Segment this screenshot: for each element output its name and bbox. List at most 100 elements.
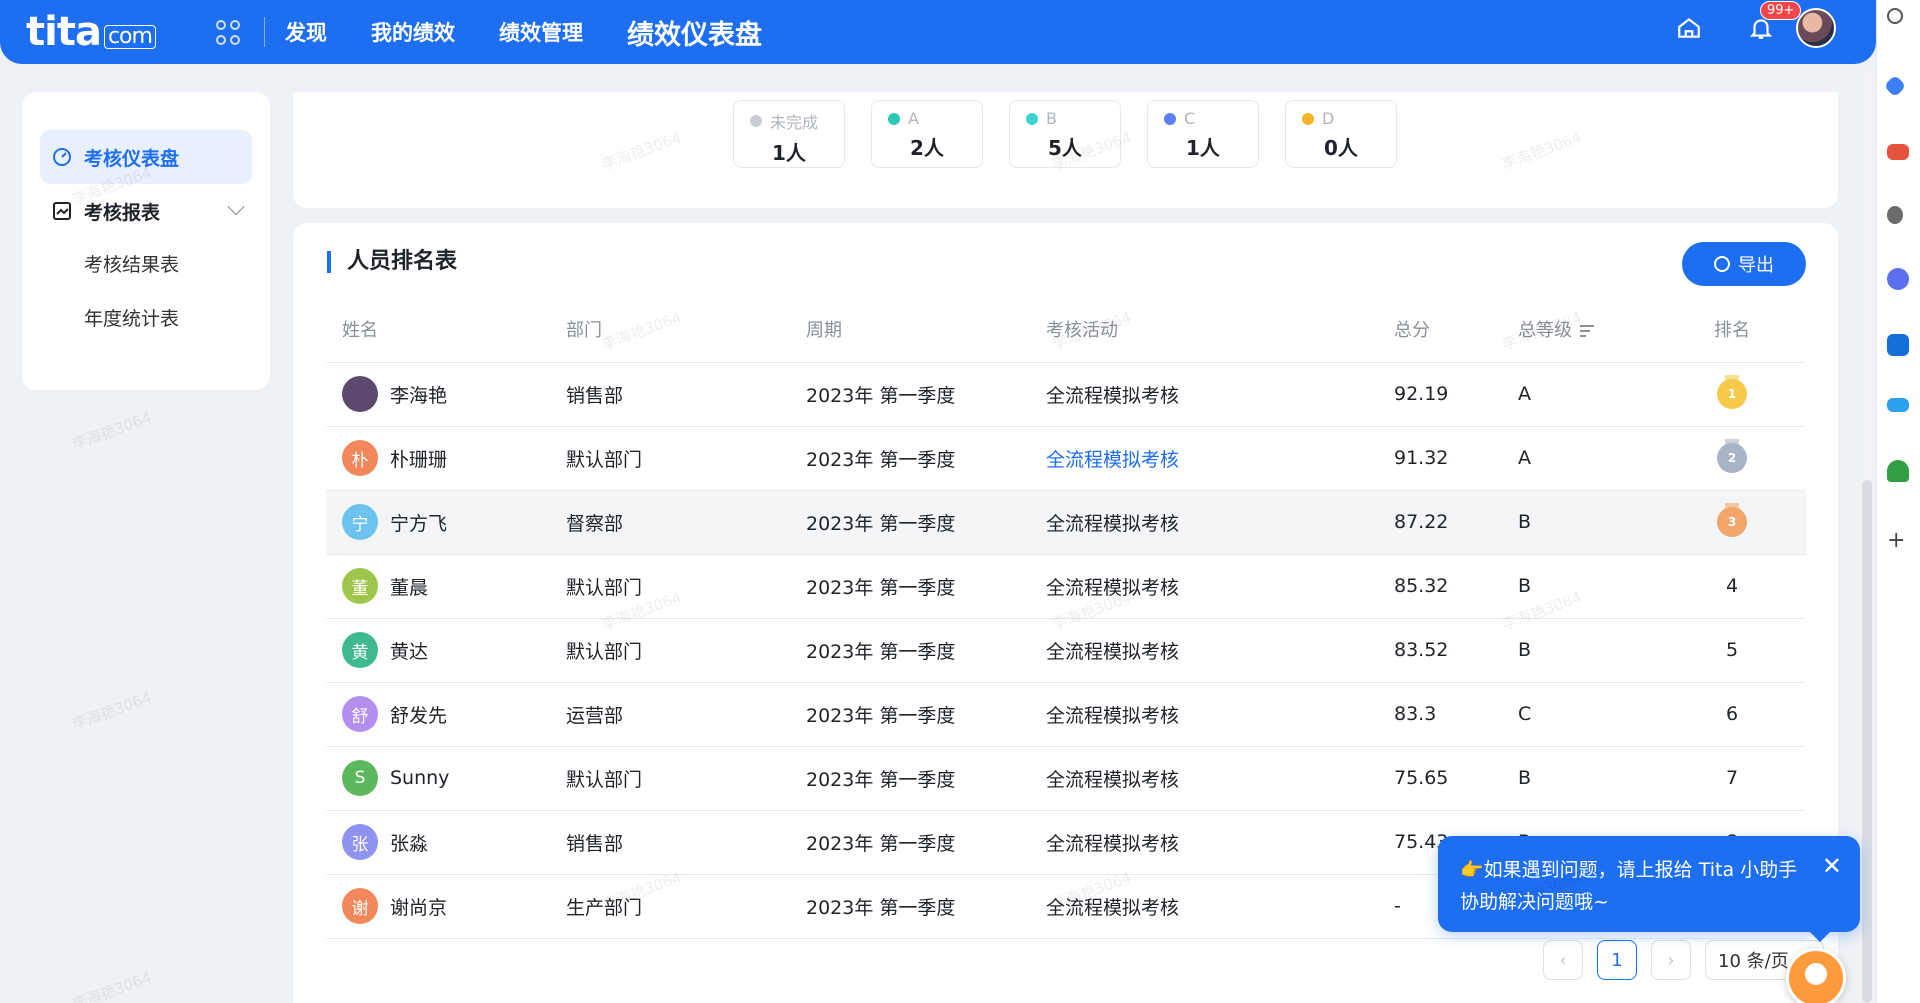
cell-activity[interactable]: 全流程模拟考核 [1046, 554, 1394, 619]
cell-period: 2023年 第一季度 [806, 426, 1046, 491]
cell-grade: B [1518, 490, 1658, 555]
table-row[interactable]: 李海艳 销售部 2023年 第一季度 全流程模拟考核 92.19 A 1 [326, 362, 1806, 427]
cell-rank: 2 [1658, 426, 1806, 491]
avatar[interactable]: 朴 [342, 440, 378, 476]
cell-name: 谢谢尚京 [326, 874, 566, 939]
tree-icon[interactable] [1887, 460, 1909, 482]
cell-activity[interactable]: 全流程模拟考核 [1046, 618, 1394, 683]
diamond-icon[interactable] [1883, 74, 1907, 98]
cell-rank: 5 [1658, 618, 1806, 683]
next-page-button[interactable]: › [1651, 940, 1691, 980]
stat-grade-a[interactable]: A 2人 [871, 100, 983, 168]
cell-activity[interactable]: 全流程模拟考核 [1046, 682, 1394, 747]
bronze-medal-icon: 3 [1717, 502, 1747, 537]
sidebar-group-reports[interactable]: 考核报表 [40, 184, 252, 238]
close-icon[interactable]: ✕ [1822, 854, 1842, 878]
sort-icon[interactable] [1580, 324, 1594, 337]
avatar[interactable] [342, 376, 378, 412]
sidebar-item-annual-stats[interactable]: 年度统计表 [22, 292, 270, 346]
notification-badge: 99+ [1760, 1, 1802, 20]
stat-grade-d[interactable]: D 0人 [1285, 100, 1397, 168]
table-row[interactable]: 朴朴珊珊 默认部门 2023年 第一季度 全流程模拟考核 91.32 A 2 [326, 426, 1806, 491]
col-grade[interactable]: 总等级 [1518, 296, 1658, 363]
cell-score: 75.65 [1394, 746, 1518, 811]
apps-grid-icon[interactable] [215, 18, 244, 46]
cell-grade: B [1518, 746, 1658, 811]
notification-bell[interactable]: 99+ [1748, 1, 1802, 41]
dashboard-icon [52, 147, 72, 167]
user-avatar[interactable] [1796, 8, 1836, 48]
avatar[interactable]: 谢 [342, 888, 378, 924]
add-icon[interactable]: + [1887, 530, 1909, 552]
sidebar-item-label: 考核报表 [84, 201, 161, 224]
col-score: 总分 [1394, 296, 1518, 363]
nav-my-performance[interactable]: 我的绩效 [371, 17, 455, 47]
table-header-row: 姓名 部门 周期 考核活动 总分 总等级 排名 [326, 296, 1806, 363]
send-icon[interactable] [1887, 398, 1909, 412]
search-icon[interactable] [1887, 8, 1903, 24]
stat-grade-b[interactable]: B 5人 [1009, 100, 1121, 168]
silver-medal-icon: 2 [1717, 438, 1747, 473]
nav-divider [263, 17, 265, 47]
cell-activity[interactable]: 全流程模拟考核 [1046, 362, 1394, 427]
export-button[interactable]: 导出 [1682, 242, 1806, 286]
cell-grade: A [1518, 362, 1658, 427]
outlook-icon[interactable] [1887, 334, 1909, 356]
prev-page-button[interactable]: ‹ [1543, 940, 1583, 980]
avatar[interactable]: 董 [342, 568, 378, 604]
cell-name: 张张淼 [326, 810, 566, 875]
cell-dept: 默认部门 [566, 618, 806, 683]
col-period: 周期 [806, 296, 1046, 363]
col-name: 姓名 [326, 296, 566, 363]
cell-activity[interactable]: 全流程模拟考核 [1046, 874, 1394, 939]
table-row[interactable]: S Sunny 默认部门 2023年 第一季度 全流程模拟考核 75.65 B 7 [326, 746, 1806, 811]
tita-logo[interactable]: tita com [26, 9, 156, 55]
table-row[interactable]: 舒舒发先 运营部 2023年 第一季度 全流程模拟考核 83.3 C 6 [326, 682, 1806, 747]
export-icon [1714, 256, 1730, 272]
cell-score: 92.19 [1394, 362, 1518, 427]
scrollbar[interactable] [1862, 480, 1872, 1003]
toolbox-icon[interactable] [1887, 144, 1909, 160]
cell-period: 2023年 第一季度 [806, 810, 1046, 875]
cell-name: S Sunny [326, 746, 566, 811]
avatar[interactable]: 张 [342, 824, 378, 860]
cell-activity[interactable]: 全流程模拟考核 [1046, 810, 1394, 875]
status-dot [888, 112, 900, 125]
cell-score: 87.22 [1394, 490, 1518, 555]
status-dot [1164, 112, 1176, 125]
watermark: 李海艳3064 [69, 688, 154, 734]
sidebar-item-dashboard[interactable]: 考核仪表盘 [40, 130, 252, 184]
page-1-button[interactable]: 1 [1597, 940, 1637, 980]
cell-rank: 3 [1658, 490, 1806, 555]
assistant-avatar-button[interactable] [1786, 948, 1846, 1003]
table-row[interactable]: 宁宁方飞 督察部 2023年 第一季度 全流程模拟考核 87.22 B 3 [326, 490, 1806, 555]
cell-period: 2023年 第一季度 [806, 490, 1046, 555]
cell-rank: 6 [1658, 682, 1806, 747]
cell-activity[interactable]: 全流程模拟考核 [1046, 490, 1394, 555]
sidebar-item-result-table[interactable]: 考核结果表 [22, 238, 270, 292]
person-icon[interactable] [1887, 206, 1903, 224]
cell-dept: 生产部门 [566, 874, 806, 939]
nav-discover[interactable]: 发现 [285, 17, 327, 47]
avatar[interactable]: 舒 [342, 696, 378, 732]
cell-activity[interactable]: 全流程模拟考核 [1046, 426, 1394, 491]
nav-performance-dashboard[interactable]: 绩效仪表盘 [627, 13, 762, 52]
cell-dept: 默认部门 [566, 746, 806, 811]
copilot-icon[interactable] [1887, 268, 1909, 290]
table-row[interactable]: 黄黄达 默认部门 2023年 第一季度 全流程模拟考核 83.52 B 5 [326, 618, 1806, 683]
stat-incomplete[interactable]: 未完成 1人 [733, 100, 845, 168]
cell-period: 2023年 第一季度 [806, 362, 1046, 427]
table-row[interactable]: 董董晨 默认部门 2023年 第一季度 全流程模拟考核 85.32 B 4 [326, 554, 1806, 619]
cell-name: 舒舒发先 [326, 682, 566, 747]
cell-period: 2023年 第一季度 [806, 874, 1046, 939]
cell-period: 2023年 第一季度 [806, 746, 1046, 811]
avatar[interactable]: S [342, 760, 378, 796]
status-dot [750, 115, 762, 127]
stat-grade-c[interactable]: C 1人 [1147, 100, 1259, 168]
home-icon[interactable] [1676, 15, 1702, 41]
nav-performance-management[interactable]: 绩效管理 [499, 17, 583, 47]
cell-name: 董董晨 [326, 554, 566, 619]
avatar[interactable]: 黄 [342, 632, 378, 668]
avatar[interactable]: 宁 [342, 504, 378, 540]
cell-activity[interactable]: 全流程模拟考核 [1046, 746, 1394, 811]
